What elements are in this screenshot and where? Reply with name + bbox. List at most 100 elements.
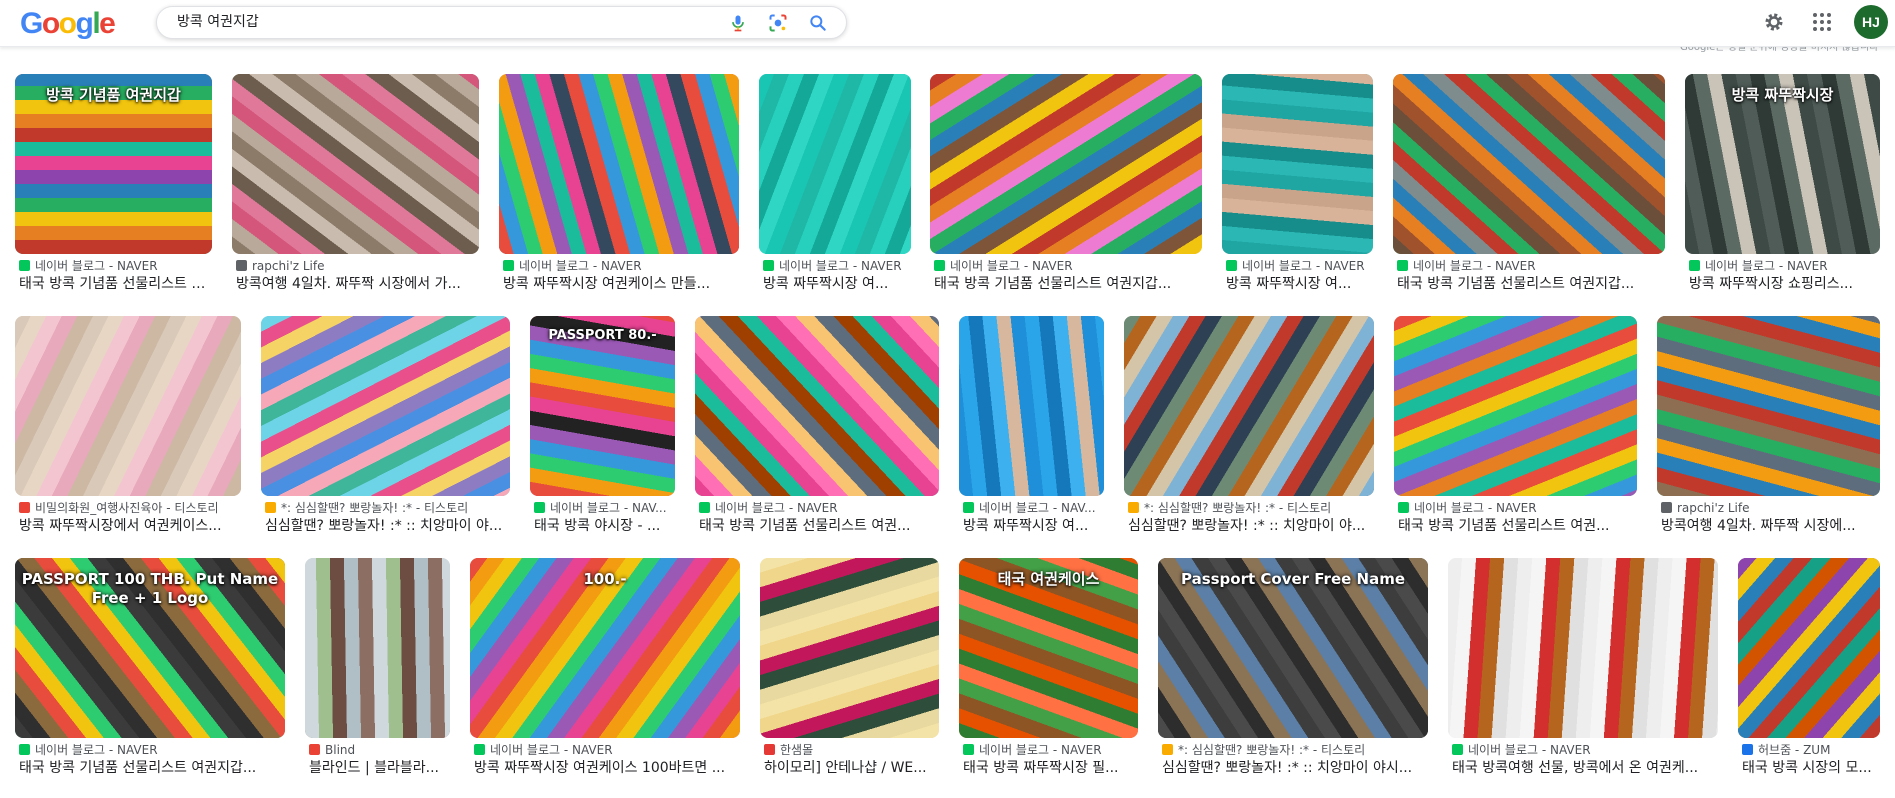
image-result[interactable]: rapchi'z Life 방콕여행 4일차. 짜뚜짝 시장에서 가... bbox=[232, 74, 479, 314]
result-thumbnail[interactable]: PASSPORT 100 THB. Put Name Free + 1 Logo bbox=[15, 558, 285, 738]
image-result[interactable]: 한샘몰하이모리] 안테나샵 / WE... bbox=[760, 558, 939, 798]
result-thumbnail[interactable] bbox=[759, 74, 911, 254]
result-title[interactable]: 방콕 짜뚜짝시장 여... bbox=[1226, 276, 1371, 293]
image-result[interactable]: Blind 블라인드 | 블라블라... bbox=[305, 558, 450, 798]
result-thumbnail[interactable] bbox=[305, 558, 450, 738]
result-source[interactable]: 네이버 블로그 - NAVER bbox=[1397, 259, 1663, 273]
result-source[interactable]: 네이버 블로그 - NAVER bbox=[1398, 501, 1635, 515]
result-thumbnail[interactable] bbox=[1124, 316, 1374, 496]
image-result[interactable]: 네이버 블로그 - NAVER 태국 방콕 기념품 선물리스트 여권지갑... bbox=[1393, 74, 1665, 314]
result-title[interactable]: 태국 방콕 기념품 선물리스트 여권지갑... bbox=[934, 276, 1200, 293]
result-thumbnail[interactable] bbox=[15, 316, 241, 496]
image-result[interactable]: 허브줌 - ZUM 태국 방콕 시장의 모... bbox=[1738, 558, 1880, 798]
result-source[interactable]: 한샘몰 bbox=[764, 743, 937, 757]
result-thumbnail[interactable] bbox=[261, 316, 510, 496]
result-title[interactable]: 방콕여행 4일차. 짜뚜짝 시장에... bbox=[1661, 518, 1878, 535]
result-source[interactable]: 네이버 블로그 - NAVER bbox=[503, 259, 737, 273]
image-result[interactable]: 네이버 블로그 - NAVER 방콕 짜뚜짝시장 여... bbox=[1222, 74, 1373, 314]
microphone-icon[interactable] bbox=[728, 13, 748, 33]
image-result[interactable]: 비밀의화원_여행사진육아 - 티스토리방콕 짜뚜짝시장에서 여권케이스... bbox=[15, 316, 241, 556]
result-thumbnail[interactable] bbox=[959, 316, 1104, 496]
result-thumbnail[interactable] bbox=[499, 74, 739, 254]
search-box[interactable] bbox=[156, 6, 847, 39]
result-title[interactable]: 방콕 짜뚜짝시장에서 여권케이스... bbox=[19, 518, 239, 535]
result-title[interactable]: 블라인드 | 블라블라... bbox=[309, 760, 448, 777]
result-thumbnail[interactable] bbox=[232, 74, 479, 254]
image-result[interactable]: 네이버 블로그 - NAVER 방콕 짜뚜짝시장 여권케이스 만들... bbox=[499, 74, 739, 314]
image-result[interactable]: *: 심심할땐? 뽀랑놀자! :* - 티스토리 심심할땐? 뽀랑놀자! :* :… bbox=[1124, 316, 1374, 556]
image-result[interactable]: 태국 여권케이스네이버 블로그 - NAVER 태국 방콕 짜뚜짝시장 필... bbox=[959, 558, 1138, 798]
image-result[interactable]: PASSPORT 100 THB. Put Name Free + 1 Logo… bbox=[15, 558, 285, 798]
image-result[interactable]: 네이버 블로그 - NAVER 태국 방콕 기념품 선물리스트 여권... bbox=[695, 316, 939, 556]
result-title[interactable]: 태국 방콕 기념품 선물리스트 여권... bbox=[699, 518, 937, 535]
result-source[interactable]: 네이버 블로그 - NAVER bbox=[1689, 259, 1878, 273]
result-title[interactable]: 방콕 짜뚜짝시장 쇼핑리스... bbox=[1689, 276, 1878, 293]
result-source[interactable]: 네이버 블로그 - NAVER bbox=[19, 259, 210, 273]
image-result[interactable]: 네이버 블로그 - NAVER 태국 방콕 기념품 선물리스트 여권... bbox=[1394, 316, 1637, 556]
result-source[interactable]: 네이버 블로그 - NAV... bbox=[963, 501, 1102, 515]
result-thumbnail[interactable]: PASSPORT 80.- bbox=[530, 316, 675, 496]
result-title[interactable]: 심심할땐? 뽀랑놀자! :* :: 치앙마이 야시... bbox=[1162, 760, 1426, 777]
result-source[interactable]: 네이버 블로그 - NAVER bbox=[474, 743, 738, 757]
result-thumbnail[interactable]: 방콕 기념품 여권지갑 bbox=[15, 74, 212, 254]
search-icon[interactable] bbox=[808, 13, 828, 33]
lens-icon[interactable] bbox=[768, 13, 788, 33]
result-source[interactable]: *: 심심할땐? 뽀랑놀자! :* - 티스토리 bbox=[1128, 501, 1372, 515]
result-source[interactable]: 네이버 블로그 - NAVER bbox=[763, 259, 909, 273]
result-source[interactable]: rapchi'z Life bbox=[236, 259, 477, 273]
result-thumbnail[interactable] bbox=[1394, 316, 1637, 496]
result-title[interactable]: 방콕 짜뚜짝시장 여... bbox=[763, 276, 909, 293]
result-source[interactable]: 비밀의화원_여행사진육아 - 티스토리 bbox=[19, 501, 239, 515]
result-title[interactable]: 방콕 짜뚜짝시장 여권케이스 만들... bbox=[503, 276, 737, 293]
result-source[interactable]: *: 심심할땐? 뽀랑놀자! :* - 티스토리 bbox=[1162, 743, 1426, 757]
result-source[interactable]: 네이버 블로그 - NAVER bbox=[1226, 259, 1371, 273]
result-title[interactable]: 태국 방콕 시장의 모... bbox=[1742, 760, 1878, 777]
image-result[interactable]: 네이버 블로그 - NAV... 방콕 짜뚜짝시장 여... bbox=[959, 316, 1104, 556]
image-result[interactable]: 방콕 기념품 여권지갑네이버 블로그 - NAVER 태국 방콕 기념품 선물리스… bbox=[15, 74, 212, 314]
result-source[interactable]: 네이버 블로그 - NAV... bbox=[534, 501, 673, 515]
result-title[interactable]: 태국 방콕 기념품 선물리스트 여권지갑... bbox=[1397, 276, 1663, 293]
image-result[interactable]: 네이버 블로그 - NAVER 방콕 짜뚜짝시장 여... bbox=[759, 74, 911, 314]
settings-gear-icon[interactable] bbox=[1762, 10, 1786, 38]
image-result[interactable]: 네이버 블로그 - NAVER 태국 방콕여행 선물, 방콕에서 온 여권케... bbox=[1448, 558, 1718, 798]
result-title[interactable]: 태국 방콕 야시장 - ... bbox=[534, 518, 673, 535]
result-thumbnail[interactable]: 100.- bbox=[470, 558, 740, 738]
result-thumbnail[interactable] bbox=[930, 74, 1202, 254]
result-thumbnail[interactable] bbox=[1657, 316, 1880, 496]
image-result[interactable]: PASSPORT 80.- 네이버 블로그 - NAV... 태국 방콕 야시장 -… bbox=[530, 316, 675, 556]
account-avatar[interactable]: HJ bbox=[1854, 5, 1888, 39]
result-title[interactable]: 방콕 짜뚜짝시장 여... bbox=[963, 518, 1102, 535]
result-source[interactable]: Blind bbox=[309, 743, 448, 757]
result-source[interactable]: 네이버 블로그 - NAVER bbox=[699, 501, 937, 515]
result-source[interactable]: *: 심심할땐? 뽀랑놀자! :* - 티스토리 bbox=[265, 501, 508, 515]
result-thumbnail[interactable] bbox=[1222, 74, 1373, 254]
result-title[interactable]: 심심할땐? 뽀랑놀자! :* :: 치앙마이 야... bbox=[265, 518, 508, 535]
result-source[interactable]: 네이버 블로그 - NAVER bbox=[1452, 743, 1716, 757]
result-title[interactable]: 태국 방콕 기념품 선물리스트 여권지갑... bbox=[19, 760, 283, 777]
result-title[interactable]: 태국 방콕 기념품 선물리스트 여권... bbox=[1398, 518, 1635, 535]
result-title[interactable]: 태국 방콕 기념품 선물리스트 여권지갑... bbox=[19, 276, 210, 293]
image-result[interactable]: 100.- 네이버 블로그 - NAVER 방콕 짜뚜짝시장 여권케이스 100바트… bbox=[470, 558, 740, 798]
result-thumbnail[interactable] bbox=[760, 558, 939, 738]
result-source[interactable]: 허브줌 - ZUM bbox=[1742, 743, 1878, 757]
result-thumbnail[interactable] bbox=[1393, 74, 1665, 254]
result-source[interactable]: 네이버 블로그 - NAVER bbox=[934, 259, 1200, 273]
result-thumbnail[interactable] bbox=[1448, 558, 1718, 738]
result-title[interactable]: 하이모리] 안테나샵 / WE... bbox=[764, 760, 937, 777]
image-result[interactable]: 네이버 블로그 - NAVER 태국 방콕 기념품 선물리스트 여권지갑... bbox=[930, 74, 1202, 314]
image-result[interactable]: Passport Cover Free Name *: 심심할땐? 뽀랑놀자! :… bbox=[1158, 558, 1428, 798]
result-title[interactable]: 방콕여행 4일차. 짜뚜짝 시장에서 가... bbox=[236, 276, 477, 293]
google-logo[interactable]: Google bbox=[20, 7, 116, 41]
image-result[interactable]: 방콕 짜뚜짝시장네이버 블로그 - NAVER 방콕 짜뚜짝시장 쇼핑리스... bbox=[1685, 74, 1880, 314]
apps-grid-icon[interactable] bbox=[1810, 10, 1834, 38]
result-thumbnail[interactable]: 태국 여권케이스 bbox=[959, 558, 1138, 738]
result-title[interactable]: 태국 방콕 짜뚜짝시장 필... bbox=[963, 760, 1136, 777]
result-source[interactable]: rapchi'z Life bbox=[1661, 501, 1878, 515]
search-input[interactable] bbox=[177, 7, 677, 38]
result-thumbnail[interactable] bbox=[1738, 558, 1880, 738]
result-thumbnail[interactable]: Passport Cover Free Name bbox=[1158, 558, 1428, 738]
result-source[interactable]: 네이버 블로그 - NAVER bbox=[963, 743, 1136, 757]
result-thumbnail[interactable]: 방콕 짜뚜짝시장 bbox=[1685, 74, 1880, 254]
result-source[interactable]: 네이버 블로그 - NAVER bbox=[19, 743, 283, 757]
result-title[interactable]: 태국 방콕여행 선물, 방콕에서 온 여권케... bbox=[1452, 760, 1716, 777]
